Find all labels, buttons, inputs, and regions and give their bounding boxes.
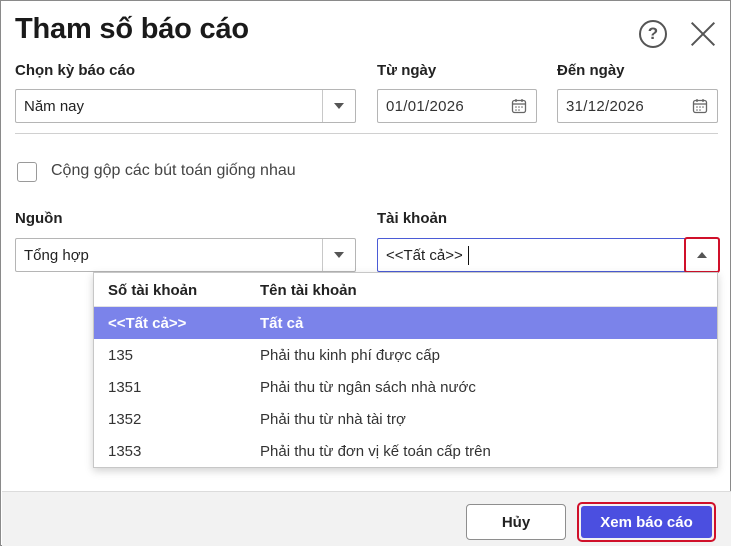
row-account-code: <<Tất cả>> (108, 315, 187, 332)
row-account-code: 1353 (108, 443, 142, 460)
triangle-up-icon (697, 252, 707, 258)
account-dropdown-toggle[interactable] (684, 237, 720, 273)
view-report-button[interactable]: Xem báo cáo (581, 506, 712, 538)
cancel-button[interactable]: Hủy (466, 504, 566, 540)
row-account-name: Phải thu từ nhà tài trợ (260, 411, 406, 428)
dropdown-row[interactable]: 1352 Phải thu từ nhà tài trợ (94, 403, 717, 435)
triangle-down-icon (334, 252, 344, 258)
from-date-label: Từ ngày (377, 62, 437, 79)
triangle-down-icon (334, 103, 344, 109)
section-divider (15, 133, 718, 134)
account-combobox-input[interactable]: <<Tất cả>> (377, 238, 718, 272)
help-icon[interactable]: ? (639, 20, 667, 48)
dropdown-row[interactable]: 1351 Phải thu từ ngân sách nhà nước (94, 371, 717, 403)
to-date-input[interactable]: 31/12/2026 (557, 89, 718, 123)
period-dropdown-button[interactable] (322, 90, 355, 122)
merge-entries-label[interactable]: Cộng gộp các bút toán giống nhau (51, 162, 296, 180)
view-report-button-highlight: Xem báo cáo (577, 502, 716, 542)
from-date-value: 01/01/2026 (386, 98, 465, 115)
dropdown-row[interactable]: 1353 Phải thu từ đơn vị kế toán cấp trên (94, 435, 717, 467)
account-input-value: <<Tất cả>> (386, 247, 463, 264)
row-account-name: Phải thu từ đơn vị kế toán cấp trên (260, 443, 491, 460)
merge-entries-checkbox[interactable] (17, 162, 37, 182)
row-account-name: Tất cả (260, 315, 304, 332)
period-select[interactable]: Năm nay (15, 89, 356, 123)
dropdown-row-all[interactable]: <<Tất cả>> Tất cả (94, 307, 717, 339)
row-account-code: 135 (108, 347, 134, 364)
source-label: Nguồn (15, 210, 63, 227)
to-date-value: 31/12/2026 (566, 98, 645, 115)
dropdown-header: Số tài khoản Tên tài khoản (94, 273, 717, 307)
text-caret (468, 246, 469, 265)
from-date-input[interactable]: 01/01/2026 (377, 89, 537, 123)
close-icon[interactable] (689, 20, 717, 48)
calendar-icon[interactable] (692, 98, 708, 114)
account-dropdown-list: Số tài khoản Tên tài khoản <<Tất cả>> Tấ… (93, 272, 718, 468)
source-select[interactable]: Tổng hợp (15, 238, 356, 272)
period-select-value: Năm nay (24, 98, 85, 115)
to-date-label: Đến ngày (557, 62, 625, 79)
row-account-name: Phải thu kinh phí được cấp (260, 347, 440, 364)
source-dropdown-button[interactable] (322, 239, 355, 271)
dropdown-row[interactable]: 135 Phải thu kinh phí được cấp (94, 339, 717, 371)
calendar-icon[interactable] (511, 98, 527, 114)
row-account-code: 1352 (108, 411, 142, 428)
column-header-account-code: Số tài khoản (108, 282, 198, 299)
column-header-account-name: Tên tài khoản (260, 282, 357, 299)
report-parameters-dialog: Tham số báo cáo ? Chọn kỳ báo cáo Năm na… (0, 0, 731, 546)
row-account-name: Phải thu từ ngân sách nhà nước (260, 379, 476, 396)
account-label: Tài khoản (377, 210, 448, 227)
dialog-title: Tham số báo cáo (15, 13, 249, 45)
source-select-value: Tổng hợp (24, 247, 89, 264)
row-account-code: 1351 (108, 379, 142, 396)
period-label: Chọn kỳ báo cáo (15, 62, 136, 79)
